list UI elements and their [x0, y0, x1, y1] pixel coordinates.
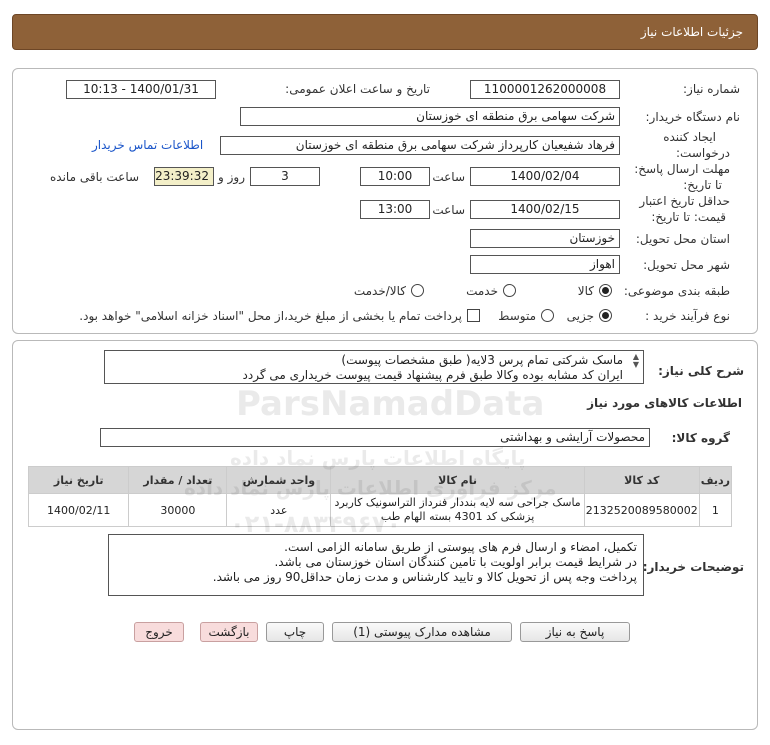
col-code: کد کالا [583, 466, 700, 494]
category-option-goods: کالا [577, 284, 594, 298]
description-line-2: ایران کد مشابه بوده وکالا طبق فرم پیشنها… [242, 368, 623, 382]
deadline-date-field: 1400/02/04 [470, 167, 620, 186]
deadline-time-label: ساعت [432, 170, 465, 184]
need-number-label: شماره نیاز: [683, 82, 740, 96]
validity-time-field: 13:00 [360, 200, 430, 219]
requester-label-1: ایجاد کننده [663, 130, 716, 144]
row-date: 1400/02/11 [27, 493, 130, 527]
col-date: تاریخ نیاز [27, 466, 130, 494]
process-radio-medium[interactable] [541, 309, 554, 322]
print-button[interactable]: چاپ [266, 622, 324, 642]
process-type-label: نوع فرآیند خرید : [645, 309, 730, 323]
buyer-notes-line-3: پرداخت وجه پس از تحویل کالا و تایید کارش… [212, 570, 637, 584]
goods-section-title: اطلاعات کالاهای مورد نیاز [587, 396, 742, 410]
requester-field: فرهاد شفیعیان کارپرداز شرکت سهامی برق من… [220, 136, 620, 155]
treasury-payment-note: پرداخت تمام یا بخشی از مبلغ خرید،از محل … [79, 309, 462, 323]
buyer-notes-line-2: در شرایط قیمت برابر اولویت با تامین کنند… [274, 555, 637, 569]
deadline-time-field: 10:00 [360, 167, 430, 186]
row-name: ماسک جراحی سه لایه بنددار فنرداز التراسو… [330, 493, 585, 527]
requester-label-2: درخواست: [676, 146, 730, 160]
buyer-org-field: شرکت سهامی برق منطقه ای خوزستان [240, 107, 620, 126]
row-name-line-1: ماسک جراحی سه لایه بنددار فنرداز التراسو… [334, 496, 581, 509]
goods-table: ردیف کد کالا نام کالا واحد شمارش تعداد /… [27, 466, 733, 527]
announce-datetime-label: تاریخ و ساعت اعلان عمومی: [285, 82, 430, 96]
validity-label-2: قیمت: تا تاریخ: [651, 210, 726, 224]
buyer-notes-box: تکمیل، امضاء و ارسال فرم های پیوستی از ط… [108, 534, 644, 596]
reply-button[interactable]: پاسخ به نیاز [520, 622, 630, 642]
goods-table-header: ردیف کد کالا نام کالا واحد شمارش تعداد /… [27, 466, 733, 494]
buyer-contact-link[interactable]: اطلاعات تماس خریدار [92, 138, 203, 152]
description-textarea[interactable]: ماسک شرکتی تمام پرس 3لایه( طبق مشخصات پی… [104, 350, 644, 384]
remaining-time-field: 23:39:32 [154, 167, 214, 186]
remaining-days-field: 3 [250, 167, 320, 186]
process-option-medium: متوسط [498, 309, 536, 323]
description-label: شرح کلی نیاز: [658, 364, 744, 378]
goods-group-field: محصولات آرایشی و بهداشتی [100, 428, 650, 447]
category-option-goods-service: کالا/خدمت [353, 284, 406, 298]
city-field: اهواز [470, 255, 620, 274]
scroll-arrows-icon[interactable]: ▲ ▼ [633, 353, 639, 369]
city-label: شهر محل تحویل: [643, 258, 730, 272]
remaining-days-label: روز و [218, 170, 245, 184]
description-line-1: ماسک شرکتی تمام پرس 3لایه( طبق مشخصات پی… [341, 353, 623, 367]
exit-button[interactable]: خروج [134, 622, 184, 642]
buyer-org-label: نام دستگاه خریدار: [645, 110, 741, 124]
buyer-notes-line-1: تکمیل، امضاء و ارسال فرم های پیوستی از ط… [284, 540, 637, 554]
row-code: 2132520089580002 [583, 493, 700, 527]
goods-group-label: گروه کالا: [671, 431, 730, 445]
page-title: جزئیات اطلاعات نیاز [640, 25, 743, 39]
back-button[interactable]: بازگشت [200, 622, 258, 642]
attachments-button[interactable]: مشاهده مدارک پیوستی (1) [332, 622, 512, 642]
validity-date-field: 1400/02/15 [470, 200, 620, 219]
col-qty: تعداد / مقدار [128, 466, 228, 494]
category-radio-goods[interactable] [599, 284, 612, 297]
deadline-label-1: مهلت ارسال پاسخ: [634, 162, 730, 176]
buyer-notes-label: توضیحات خریدار: [642, 560, 744, 574]
validity-label-1: حداقل تاریخ اعتبار [639, 194, 730, 208]
col-name: نام کالا [330, 466, 585, 494]
category-radio-goods-service[interactable] [411, 284, 424, 297]
province-field: خوزستان [470, 229, 620, 248]
category-label: طبقه بندی موضوعی: [623, 284, 730, 298]
deadline-label-2: تا تاریخ: [683, 178, 722, 192]
need-number-field: 1100001262000008 [470, 80, 620, 99]
row-name-line-2: پزشکی کد 4301 بسته الهام طب [380, 510, 535, 523]
row-qty: 30000 [128, 493, 228, 527]
category-radio-service[interactable] [503, 284, 516, 297]
row-unit: عدد [226, 493, 332, 527]
row-index: 1 [698, 493, 733, 527]
treasury-payment-checkbox[interactable] [467, 309, 480, 322]
province-label: استان محل تحویل: [635, 232, 730, 246]
announce-datetime-field: 1400/01/31 - 10:13 [66, 80, 216, 99]
validity-time-label: ساعت [432, 203, 465, 217]
process-radio-minor[interactable] [599, 309, 612, 322]
page-header: جزئیات اطلاعات نیاز [12, 14, 758, 50]
col-index: ردیف [698, 466, 733, 494]
category-option-service: خدمت [466, 284, 498, 298]
remaining-time-label: ساعت باقی مانده [50, 170, 140, 184]
table-row[interactable]: 1 2132520089580002 ماسک جراحی سه لایه بن… [27, 493, 733, 527]
process-option-minor: جزیی [566, 309, 594, 323]
col-unit: واحد شمارش [226, 466, 332, 494]
